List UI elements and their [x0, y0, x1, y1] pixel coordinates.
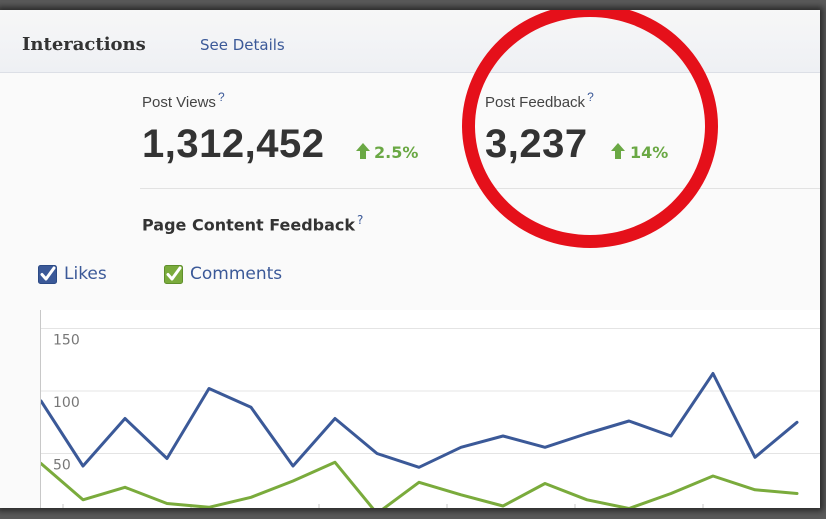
post-feedback-value: 3,237	[485, 122, 588, 166]
post-views-change: 2.5%	[374, 143, 419, 162]
likes-label: Likes	[64, 264, 107, 284]
divider	[140, 188, 820, 189]
up-arrow-icon	[356, 143, 370, 159]
post-feedback-label: Post Feedback?	[485, 90, 594, 111]
help-icon[interactable]: ?	[218, 90, 225, 104]
y-tick-label: 50	[53, 458, 71, 474]
post-views-label: Post Views?	[142, 90, 225, 111]
post-feedback-change: 14%	[630, 143, 669, 162]
checkbox-checked-icon[interactable]	[38, 265, 57, 284]
up-arrow-icon	[611, 143, 625, 159]
help-icon[interactable]: ?	[357, 213, 363, 227]
comments-label: Comments	[190, 264, 283, 284]
post-views-value: 1,312,452	[142, 122, 325, 166]
y-tick-label: 100	[53, 395, 80, 411]
interactions-panel: Interactions See Details Post Views? 1,3…	[0, 10, 820, 508]
see-details-link[interactable]: See Details	[200, 36, 285, 54]
feedback-chart: 150 100 50	[40, 310, 820, 508]
section-title: Page Content Feedback?	[142, 213, 364, 235]
line-chart: 150 100 50	[41, 328, 820, 508]
panel-header: Interactions See Details	[0, 10, 820, 73]
panel-title: Interactions	[22, 34, 146, 55]
checkbox-checked-icon[interactable]	[164, 265, 183, 284]
help-icon[interactable]: ?	[587, 90, 594, 104]
y-tick-label: 150	[53, 333, 80, 349]
series-line-comments	[41, 460, 799, 508]
